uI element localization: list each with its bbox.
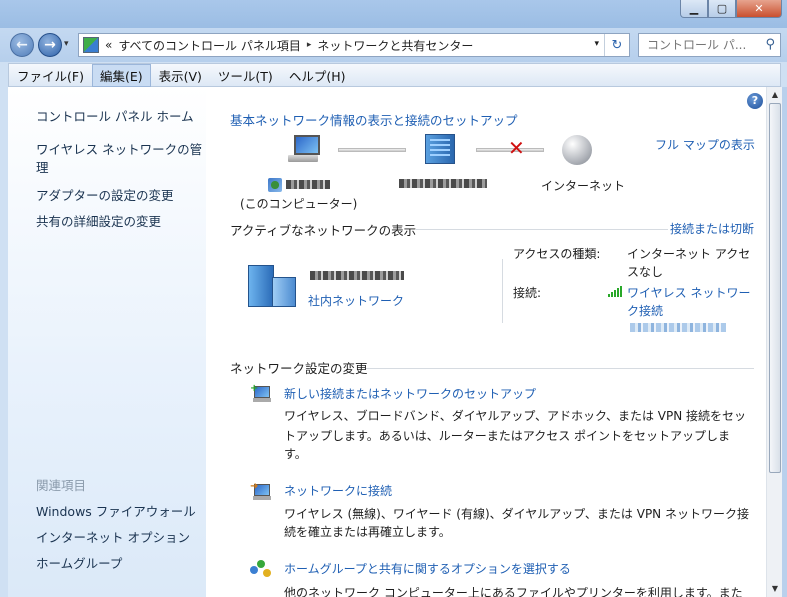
task-new-connection-desc-line2: トアップします。あるいは、ルーターまたはアクセス ポイントをセットアップしま (284, 429, 731, 443)
sidebar-item-firewall[interactable]: Windows ファイアウォール (36, 501, 196, 520)
sidebar-item-control-panel-home[interactable]: コントロール パネル ホーム (36, 106, 194, 125)
window-frame (782, 87, 787, 597)
task-homegroup-desc: 他のネットワーク コンピューター上にあるファイルやプリンターを利用します。また (284, 586, 743, 597)
sidebar-item-manage-wireless[interactable]: ワイヤレス ネットワークの管理 (36, 141, 206, 177)
vertical-scrollbar[interactable]: ▲ ▼ (766, 87, 783, 597)
task-new-connection-desc: ワイヤレス、ブロードバンド、ダイヤルアップ、アドホック、または VPN 接続をセ… (284, 409, 747, 423)
sidebar-item-advanced-sharing[interactable]: 共有の詳細設定の変更 (36, 211, 161, 230)
this-computer-label: (このコンピューター) (240, 197, 358, 211)
menu-view[interactable]: 表示(V) (151, 64, 210, 87)
forward-button[interactable]: → (38, 33, 62, 57)
connections-label: 接続: (513, 286, 542, 300)
close-button[interactable]: ✕ (736, 0, 782, 18)
network-category-link[interactable]: 社内ネットワーク (308, 292, 404, 309)
main-content: ? 基本ネットワーク情報の表示と接続のセットアップ ✕ フル マップの表示 (こ… (206, 87, 766, 597)
menu-help[interactable]: ヘルプ(H) (281, 64, 354, 87)
network-name-redacted (399, 179, 487, 188)
task-new-connection-link[interactable]: 新しい接続またはネットワークのセットアップ (284, 385, 536, 402)
breadcrumb-overflow[interactable]: « (105, 38, 112, 52)
title-bar: ▁ ▢ ✕ (0, 0, 787, 28)
search-box[interactable]: ⚲ (638, 33, 781, 57)
maximize-button[interactable]: ▢ (708, 0, 736, 18)
breadcrumb-all-items[interactable]: すべてのコントロール パネル項目 (118, 37, 301, 54)
refresh-button[interactable]: ↻ (604, 34, 629, 56)
control-panel-icon (83, 37, 99, 53)
search-icon[interactable]: ⚲ (765, 37, 775, 52)
internet-globe-icon[interactable] (562, 135, 592, 165)
search-input[interactable] (645, 37, 759, 53)
arrow-right-icon: → (44, 37, 56, 53)
connect-to-network-icon: ➜ (250, 482, 272, 502)
divider (416, 229, 668, 230)
wifi-signal-icon (608, 285, 624, 297)
scroll-down-icon[interactable]: ▼ (767, 581, 783, 597)
network-building-icon[interactable] (425, 134, 455, 164)
sidebar-item-homegroup[interactable]: ホームグループ (36, 553, 122, 572)
menu-edit[interactable]: 編集(E) (91, 63, 151, 87)
history-dropdown[interactable]: ▾ (64, 39, 69, 49)
basic-network-title: 基本ネットワーク情報の表示と接続のセットアップ (230, 113, 518, 128)
related-header: 関連項目 (36, 478, 87, 493)
task-connect-network-desc: ワイヤレス (無線)、ワイヤード (有線)、ダイヤルアップ、または VPN ネッ… (284, 507, 749, 521)
active-networks-header: アクティブなネットワークの表示 (230, 223, 417, 238)
wireless-connection-link-continued[interactable]: ク接続 (627, 302, 663, 319)
breadcrumb-current[interactable]: ネットワークと共有センター (317, 37, 473, 54)
change-settings-header: ネットワーク設定の変更 (230, 361, 368, 376)
computer-icon[interactable] (288, 135, 320, 163)
work-network-icon[interactable] (248, 265, 296, 307)
minimize-button[interactable]: ▁ (680, 0, 708, 18)
scroll-thumb[interactable] (769, 103, 781, 473)
arrow-left-icon: ← (16, 37, 28, 53)
address-dropdown-icon[interactable]: ▾ (594, 39, 599, 49)
wireless-connection-link[interactable]: ワイヤレス ネットワー (627, 284, 750, 301)
connect-or-disconnect-link[interactable]: 接続または切断 (670, 220, 754, 237)
task-connect-network-link[interactable]: ネットワークに接続 (284, 482, 392, 499)
task-homegroup-link[interactable]: ホームグループと共有に関するオプションを選択する (284, 560, 571, 577)
menu-file[interactable]: ファイル(F) (9, 64, 92, 87)
new-connection-icon: + (250, 384, 272, 404)
internet-label: インターネット (541, 179, 626, 193)
access-type-label: アクセスの種類: (513, 247, 601, 261)
menu-tools[interactable]: ツール(T) (210, 64, 281, 87)
task-connect-network-desc-line2: 続を確立または再確立します。 (284, 525, 451, 539)
full-map-link[interactable]: フル マップの表示 (655, 136, 755, 153)
access-type-value-continued: スなし (627, 265, 664, 279)
ssid-redacted (630, 323, 726, 332)
back-button[interactable]: ← (10, 33, 34, 57)
network-adapter-icon (268, 178, 282, 192)
menu-bar: ファイル(F) 編集(E) 表示(V) ツール(T) ヘルプ(H) (8, 63, 781, 87)
homegroup-icon (250, 560, 272, 580)
task-new-connection-desc-line3: す。 (284, 447, 307, 461)
connection-line (338, 148, 406, 152)
help-icon[interactable]: ? (747, 93, 763, 109)
active-network-name-redacted (310, 271, 404, 280)
sidebar-item-adapter-settings[interactable]: アダプターの設定の変更 (36, 185, 174, 204)
navigation-bar: ← → ▾ « すべてのコントロール パネル項目 ▸ ネットワークと共有センター… (0, 28, 787, 62)
access-type-value: インターネット アクセ (627, 247, 751, 261)
scroll-up-icon[interactable]: ▲ (767, 87, 783, 103)
disconnected-x-icon: ✕ (508, 136, 525, 160)
divider (366, 368, 754, 369)
divider (502, 259, 503, 323)
computer-name-redacted (286, 180, 330, 189)
address-bar[interactable]: « すべてのコントロール パネル項目 ▸ ネットワークと共有センター ▾ ↻ (78, 33, 630, 57)
sidebar-item-internet-options[interactable]: インターネット オプション (36, 527, 190, 546)
breadcrumb-separator-icon[interactable]: ▸ (307, 40, 312, 50)
sidebar: コントロール パネル ホーム ワイヤレス ネットワークの管理 アダプターの設定の… (8, 87, 206, 597)
window-controls: ▁ ▢ ✕ (680, 0, 782, 18)
